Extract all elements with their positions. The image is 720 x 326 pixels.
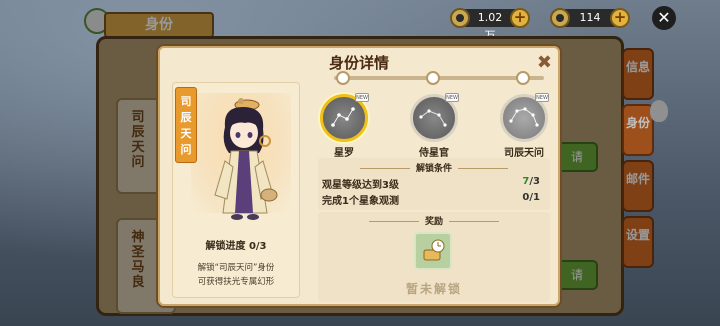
add-coin-button[interactable]: + xyxy=(510,8,530,28)
condition-text: 观星等级达到3级 xyxy=(322,180,399,191)
constellation-button-sichentianwen[interactable]: NEW xyxy=(500,93,549,142)
character-portrait-panel: 司辰天问 解锁进度 0/3 解锁“司辰天问”身份 可获得扶光专属幻形 xyxy=(172,82,300,298)
tab-settings[interactable]: 设置 xyxy=(622,216,654,268)
constellation-label: 侍星官 xyxy=(419,148,449,159)
constellation-icon xyxy=(509,107,539,127)
gem-counter: 114 + xyxy=(550,8,630,28)
furniture-reward-icon xyxy=(423,239,445,261)
coin-icon xyxy=(450,8,470,28)
unlock-conditions-panel: 解锁条件 观星等级达到3级 7/3 完成1个星象观测 0/1 xyxy=(318,158,550,210)
identity-detail-dialog: 身份详情 ✖ 司辰天问 解锁进度 0/3 解锁“司辰天问”身份 可获得扶光专属幻… xyxy=(156,44,562,308)
reward-panel: 奖励 暂未解锁 xyxy=(318,212,550,302)
constellation-label: 星罗 xyxy=(334,148,354,159)
reward-item-slot[interactable] xyxy=(414,232,452,270)
identity-header-banner: 身份 xyxy=(104,12,214,38)
tab-mail[interactable]: 邮件 xyxy=(622,160,654,212)
new-tag: NEW xyxy=(355,93,369,102)
condition-progress: 0/1 xyxy=(522,192,540,203)
add-gem-button[interactable]: + xyxy=(610,8,630,28)
constellation-label: 司辰天问 xyxy=(504,148,544,159)
gem-icon xyxy=(550,8,570,28)
new-tag: NEW xyxy=(535,93,549,102)
track-node xyxy=(336,71,350,85)
equip-button[interactable]: 请 xyxy=(556,142,598,172)
dialog-title: 身份详情 xyxy=(328,54,389,72)
locked-status-button[interactable]: 暂未解锁 xyxy=(318,280,550,297)
unlock-description: 解锁“司辰天问”身份 可获得扶光专属幻形 xyxy=(197,263,275,287)
constellation-button-shixingguan[interactable]: NEW xyxy=(410,93,459,142)
condition-progress: 7/3 xyxy=(522,176,540,187)
unlock-progress-label: 解锁进度 0/3 xyxy=(205,241,267,252)
condition-row: 完成1个星象观测 0/1 xyxy=(322,192,540,207)
radish-mascot-icon xyxy=(650,100,668,122)
condition-text: 完成1个星象观测 xyxy=(322,196,399,207)
coin-counter: 1.02万 + xyxy=(450,8,530,42)
track-node xyxy=(426,71,440,85)
constellation-button-xingluo[interactable]: NEW xyxy=(320,93,369,142)
equip-button[interactable]: 请 xyxy=(556,260,598,290)
character-name-ribbon: 司辰天问 xyxy=(175,87,197,163)
constellation-icon xyxy=(419,109,447,127)
condition-row: 观星等级达到3级 7/3 xyxy=(322,176,540,191)
conditions-header: 解锁条件 xyxy=(318,161,550,174)
close-screen-button[interactable]: ✕ xyxy=(652,6,676,30)
reward-header: 奖励 xyxy=(318,214,550,227)
tab-info[interactable]: 信息 xyxy=(622,48,654,100)
constellation-icon xyxy=(331,107,355,127)
track-node xyxy=(516,71,530,85)
new-tag: NEW xyxy=(445,93,459,102)
dialog-close-button[interactable]: ✖ xyxy=(537,52,552,73)
